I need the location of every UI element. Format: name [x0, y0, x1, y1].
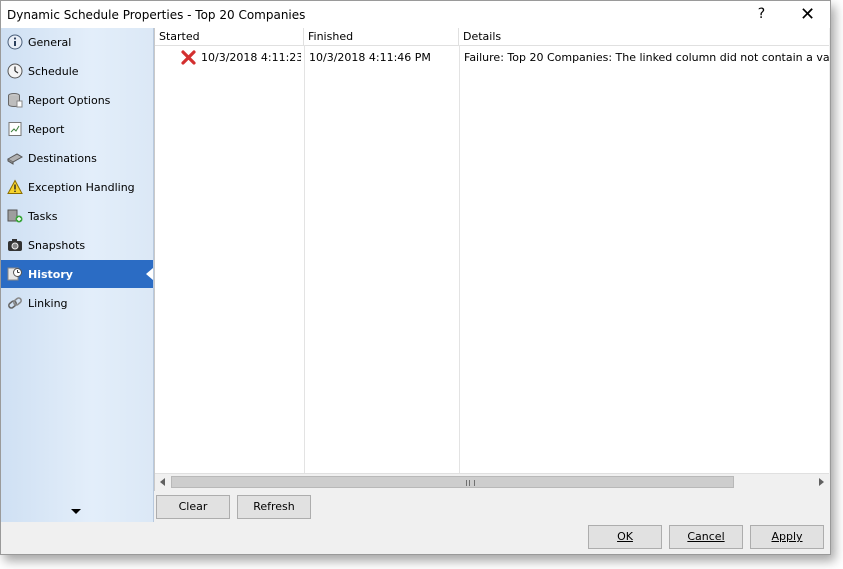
sidebar-item-snapshots[interactable]: Snapshots — [1, 231, 153, 259]
scrollbar-thumb[interactable] — [171, 476, 734, 488]
cancel-button[interactable]: Cancel — [669, 525, 743, 549]
dialog-window: Dynamic Schedule Properties - Top 20 Com… — [0, 0, 831, 555]
report-icon — [7, 121, 23, 137]
column-header-details[interactable]: Details — [459, 28, 829, 45]
sidebar-item-label: Linking — [28, 296, 68, 310]
sidebar-item-label: Exception Handling — [28, 180, 135, 194]
clear-button[interactable]: Clear — [156, 495, 230, 519]
info-icon — [7, 34, 23, 50]
cell-finished: 10/3/2018 4:11:46 PM — [309, 51, 431, 64]
sidebar: General Schedule Report Options Report D… — [1, 28, 154, 522]
sidebar-item-label: General — [28, 35, 72, 49]
cell-started: 10/3/2018 4:11:23… — [201, 51, 301, 64]
cell-details: Failure: Top 20 Companies: The linked co… — [464, 51, 829, 64]
grip-icon — [466, 480, 475, 486]
sidebar-item-label: Schedule — [28, 64, 79, 78]
clock-icon — [7, 63, 23, 79]
sidebar-item-report[interactable]: Report — [1, 115, 153, 143]
warning-icon — [7, 179, 23, 195]
sidebar-item-label: Tasks — [28, 209, 58, 223]
link-icon — [7, 295, 23, 311]
sidebar-item-history[interactable]: History — [1, 260, 153, 288]
history-icon — [7, 266, 23, 282]
close-button[interactable]: ✕ — [785, 1, 830, 28]
window-title: Dynamic Schedule Properties - Top 20 Com… — [7, 8, 306, 22]
sidebar-item-exception-handling[interactable]: Exception Handling — [1, 173, 153, 201]
sidebar-item-label: Report — [28, 122, 65, 136]
sidebar-item-linking[interactable]: Linking — [1, 289, 153, 317]
column-divider — [459, 45, 460, 473]
horizontal-scrollbar[interactable] — [155, 473, 829, 491]
sidebar-scroll-down-icon[interactable] — [71, 509, 81, 514]
sidebar-item-report-options[interactable]: Report Options — [1, 86, 153, 114]
ok-button[interactable]: OK — [588, 525, 662, 549]
title-bar: Dynamic Schedule Properties - Top 20 Com… — [1, 1, 830, 28]
sidebar-item-general[interactable]: General — [1, 28, 153, 56]
help-button[interactable]: ? — [739, 1, 784, 28]
database-icon — [7, 92, 23, 108]
sidebar-item-destinations[interactable]: Destinations — [1, 144, 153, 172]
error-x-icon — [181, 48, 196, 66]
tasks-icon — [7, 208, 23, 224]
refresh-button[interactable]: Refresh — [237, 495, 311, 519]
sidebar-item-label: Snapshots — [28, 238, 86, 252]
column-header-finished[interactable]: Finished — [304, 28, 459, 45]
destinations-icon — [7, 150, 23, 166]
history-list[interactable]: Started Finished Details 10/3/2018 4:11:… — [154, 28, 829, 491]
sidebar-item-label: Report Options — [28, 93, 111, 107]
scroll-left-icon[interactable] — [160, 478, 165, 486]
column-header-started[interactable]: Started — [155, 28, 304, 45]
sidebar-item-label: History — [28, 267, 73, 281]
list-header: Started Finished Details — [155, 28, 829, 46]
sidebar-item-schedule[interactable]: Schedule — [1, 57, 153, 85]
camera-icon — [7, 237, 23, 253]
sidebar-item-label: Destinations — [28, 151, 97, 165]
sidebar-item-tasks[interactable]: Tasks — [1, 202, 153, 230]
table-row[interactable]: 10/3/2018 4:11:23… 10/3/2018 4:11:46 PM … — [155, 47, 829, 69]
column-divider — [304, 45, 305, 473]
apply-button[interactable]: Apply — [750, 525, 824, 549]
scroll-right-icon[interactable] — [819, 478, 824, 486]
